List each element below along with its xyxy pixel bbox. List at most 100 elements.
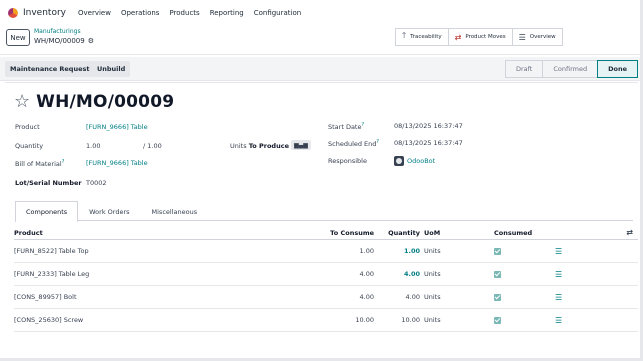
star-icon[interactable]: ☆ xyxy=(14,93,30,111)
menu-products[interactable]: Products xyxy=(169,9,199,17)
row-quantity[interactable]: 1.00 xyxy=(404,247,420,255)
product-field[interactable]: [FURN_9666] Table xyxy=(86,123,148,131)
components-table: Product To Consume Quantity UoM Consumed… xyxy=(14,226,638,332)
table-row[interactable]: [FURN_8522] Table Top 1.00 1.00 Units ☰ xyxy=(14,240,638,263)
detailed-operations-icon[interactable]: ☰ xyxy=(555,293,562,302)
status-bar: Draft Confirmed Done xyxy=(504,60,638,78)
quantity-field[interactable]: 1.00 xyxy=(86,142,100,150)
col-product[interactable]: Product xyxy=(14,229,43,237)
stage-draft[interactable]: Draft xyxy=(504,60,544,78)
form-sheet: ☆ WH/MO/00009 Product [FURN_9666] Table … xyxy=(5,82,638,358)
page-title: WH/MO/00009 xyxy=(36,92,175,112)
help-icon[interactable]: ? xyxy=(62,159,65,165)
row-to-consume: 4.00 xyxy=(359,293,374,301)
row-uom: Units xyxy=(424,316,441,324)
product-moves-label: Product Moves xyxy=(465,34,506,40)
menu-configuration[interactable]: Configuration xyxy=(254,9,301,17)
help-icon[interactable]: ? xyxy=(361,122,364,128)
detailed-operations-icon[interactable]: ☰ xyxy=(555,316,562,325)
bom-label: Bill of Material? xyxy=(15,159,64,168)
consumed-checkbox[interactable] xyxy=(494,316,501,324)
col-to-consume[interactable]: To Consume xyxy=(330,229,374,237)
row-quantity[interactable]: 10.00 xyxy=(401,316,420,324)
responsible-name: OdooBot xyxy=(407,157,436,165)
menu-reporting[interactable]: Reporting xyxy=(210,9,244,17)
start-date-label-text: Start Date xyxy=(328,123,362,132)
row-to-consume: 10.00 xyxy=(355,316,374,324)
inventory-app-icon[interactable] xyxy=(8,7,18,18)
help-icon[interactable]: ? xyxy=(376,139,379,145)
quantity-total: / 1.00 xyxy=(143,142,162,150)
scheduled-end-field[interactable]: 08/13/2025 16:37:47 xyxy=(394,139,463,147)
status-row: Maintenance Request Unbuild Draft Confir… xyxy=(0,57,643,81)
optional-columns-icon[interactable]: ⇄ xyxy=(626,228,633,237)
list-icon: ☰ xyxy=(518,32,526,42)
produce-chart-icon[interactable]: ▆▄▆ xyxy=(291,140,311,150)
table-row[interactable]: [FURN_2333] Table Leg 4.00 4.00 Units ☰ xyxy=(14,263,638,286)
breadcrumb-current: WH/MO/00009 ⚙ xyxy=(34,37,94,45)
menu-overview[interactable]: Overview xyxy=(78,9,111,17)
menu-operations[interactable]: Operations xyxy=(121,9,159,17)
start-date-field[interactable]: 08/13/2025 16:37:47 xyxy=(394,122,463,130)
detailed-operations-icon[interactable]: ☰ xyxy=(555,270,562,279)
col-uom[interactable]: UoM xyxy=(424,229,440,237)
arrow-up-icon: 🡑 xyxy=(402,31,407,40)
bom-label-text: Bill of Material xyxy=(15,160,62,169)
row-to-consume: 4.00 xyxy=(359,270,374,278)
overview-button[interactable]: ☰ Overview xyxy=(512,29,562,45)
maintenance-request-button[interactable]: Maintenance Request xyxy=(5,61,95,77)
table-header: Product To Consume Quantity UoM Consumed… xyxy=(14,226,638,240)
unbuild-button[interactable]: Unbuild xyxy=(92,61,131,77)
control-panel: New Manufacturings WH/MO/00009 ⚙ 🡑 Trace… xyxy=(0,25,643,55)
scheduled-end-label-text: Scheduled End xyxy=(328,140,377,149)
row-quantity[interactable]: 4.00 xyxy=(406,293,420,301)
units-label: Units To Produce xyxy=(230,142,289,150)
row-uom: Units xyxy=(424,247,441,255)
row-uom: Units xyxy=(424,293,441,301)
lot-label: Lot/Serial Number xyxy=(15,179,82,187)
table-row[interactable]: [CONS_25630] Screw 10.00 10.00 Units ☰ xyxy=(14,309,638,332)
stage-done[interactable]: Done xyxy=(597,60,638,78)
stage-confirmed[interactable]: Confirmed xyxy=(542,60,599,78)
breadcrumb-parent[interactable]: Manufacturings xyxy=(34,28,81,35)
units-text: Units xyxy=(230,142,247,150)
row-product[interactable]: [CONS_89957] Bolt xyxy=(14,293,77,301)
gear-icon[interactable]: ⚙ xyxy=(88,37,94,45)
responsible-field[interactable]: OdooBot xyxy=(394,156,435,166)
new-button[interactable]: New xyxy=(6,29,30,46)
tab-components[interactable]: Components xyxy=(15,201,79,222)
row-uom: Units xyxy=(424,270,441,278)
row-quantity[interactable]: 4.00 xyxy=(404,270,420,278)
table-row[interactable]: [CONS_89957] Bolt 4.00 4.00 Units ☰ xyxy=(14,286,638,309)
responsible-label: Responsible xyxy=(328,157,367,165)
breadcrumb-current-label: WH/MO/00009 xyxy=(34,37,85,45)
row-product[interactable]: [FURN_2333] Table Leg xyxy=(14,270,89,278)
avatar xyxy=(394,156,404,166)
traceability-button[interactable]: 🡑 Traceability xyxy=(396,29,449,45)
col-quantity[interactable]: Quantity xyxy=(388,229,420,237)
row-product[interactable]: [FURN_8522] Table Top xyxy=(14,247,89,255)
detailed-operations-icon[interactable]: ☰ xyxy=(555,247,562,256)
to-produce-label: To Produce xyxy=(248,142,289,150)
col-consumed[interactable]: Consumed xyxy=(494,229,532,237)
product-label: Product xyxy=(15,123,40,131)
swap-arrows-icon: ⇄ xyxy=(454,32,462,42)
traceability-label: Traceability xyxy=(410,34,442,40)
product-moves-button[interactable]: ⇄ Product Moves xyxy=(448,29,513,45)
tab-miscellaneous[interactable]: Miscellaneous xyxy=(141,201,209,221)
scheduled-end-label: Scheduled End? xyxy=(328,139,379,148)
title-row: ☆ WH/MO/00009 xyxy=(14,92,174,112)
row-product[interactable]: [CONS_25630] Screw xyxy=(14,316,83,324)
app-name[interactable]: Inventory xyxy=(23,8,66,18)
tab-work-orders[interactable]: Work Orders xyxy=(78,201,140,221)
lot-field[interactable]: T0002 xyxy=(86,179,107,187)
row-to-consume: 1.00 xyxy=(359,247,374,255)
top-navbar: Inventory Overview Operations Products R… xyxy=(0,0,643,25)
consumed-checkbox[interactable] xyxy=(494,270,501,278)
consumed-checkbox[interactable] xyxy=(494,293,501,301)
quantity-label: Quantity xyxy=(15,142,44,150)
notebook-tabs: Components Work Orders Miscellaneous xyxy=(15,201,633,222)
bom-field[interactable]: [FURN_9666] Table xyxy=(86,159,148,167)
smart-buttons: 🡑 Traceability ⇄ Product Moves ☰ Overvie… xyxy=(395,28,563,46)
consumed-checkbox[interactable] xyxy=(494,247,501,255)
